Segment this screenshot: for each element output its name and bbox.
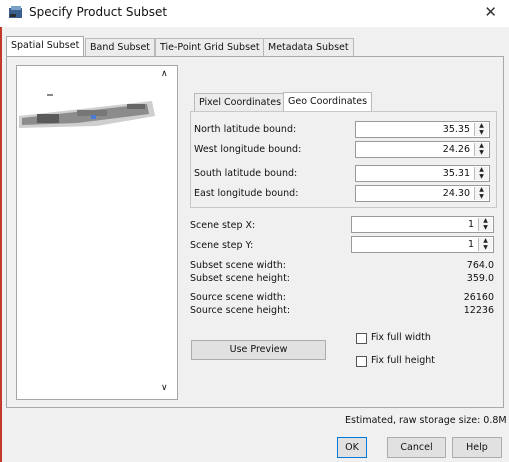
spinner-icon[interactable]: ▲ ▼ — [474, 142, 488, 156]
window-title: Specify Product Subset — [29, 5, 168, 19]
scroll-up-icon[interactable]: ∧ — [161, 69, 168, 79]
tab-tie-point-grid-subset[interactable]: Tie-Point Grid Subset — [155, 38, 265, 57]
window-edge — [0, 27, 2, 462]
fix-full-height-checkbox[interactable] — [356, 356, 367, 367]
spinner-icon[interactable]: ▲ ▼ — [478, 237, 492, 251]
fix-full-width-checkbox[interactable] — [356, 333, 367, 344]
west-bound-label: West longitude bound: — [194, 144, 302, 155]
source-width-label: Source scene width: — [190, 292, 286, 303]
subset-height-value: 359.0 — [466, 273, 494, 284]
scroll-down-icon[interactable]: ∨ — [161, 383, 168, 393]
scene-step-y-label: Scene step Y: — [190, 240, 254, 251]
storage-estimate: Estimated, raw storage size: 0.8M — [345, 415, 507, 426]
subset-width-label: Subset scene width: — [190, 260, 286, 271]
scene-step-x-field[interactable]: 1 ▲ ▼ — [351, 216, 494, 233]
spinner-icon[interactable]: ▲ ▼ — [474, 186, 488, 200]
north-bound-value: 35.35 — [442, 124, 470, 135]
east-bound-label: East longitude bound: — [194, 188, 299, 199]
use-preview-button[interactable]: Use Preview — [191, 340, 326, 360]
west-bound-field[interactable]: 24.26 ▲ ▼ — [355, 141, 490, 158]
source-width-value: 26160 — [463, 292, 494, 303]
spinner-icon[interactable]: ▲ ▼ — [474, 166, 488, 180]
tab-band-subset[interactable]: Band Subset — [85, 38, 156, 57]
south-bound-label: South latitude bound: — [194, 168, 298, 179]
scene-step-y-field[interactable]: 1 ▲ ▼ — [351, 236, 494, 253]
close-icon[interactable]: ✕ — [484, 3, 497, 21]
scene-step-x-label: Scene step X: — [190, 220, 256, 231]
source-height-label: Source scene height: — [190, 305, 291, 316]
image-preview[interactable] — [16, 65, 178, 400]
source-height-value: 12236 — [463, 305, 494, 316]
subset-width-value: 764.0 — [466, 260, 494, 271]
south-bound-field[interactable]: 35.31 ▲ ▼ — [355, 165, 490, 182]
spinner-icon[interactable]: ▲ ▼ — [478, 217, 492, 231]
subset-height-label: Subset scene height: — [190, 273, 291, 284]
east-bound-value: 24.30 — [442, 188, 470, 199]
east-bound-field[interactable]: 24.30 ▲ ▼ — [355, 185, 490, 202]
south-bound-value: 35.31 — [442, 168, 470, 179]
scene-step-x-value: 1 — [467, 219, 474, 230]
west-bound-value: 24.26 — [442, 144, 470, 155]
help-button[interactable]: Help — [452, 437, 502, 458]
north-bound-field[interactable]: 35.35 ▲ ▼ — [355, 121, 490, 138]
tab-pixel-coordinates[interactable]: Pixel Coordinates — [194, 93, 287, 112]
fix-full-width-label: Fix full width — [371, 332, 431, 343]
ok-button[interactable]: OK — [337, 437, 367, 458]
tab-geo-coordinates[interactable]: Geo Coordinates — [283, 92, 373, 112]
cancel-button[interactable]: Cancel — [387, 437, 446, 458]
preview-thumbnail — [19, 94, 155, 128]
app-icon — [9, 6, 22, 18]
tab-spatial-subset[interactable]: Spatial Subset — [6, 36, 85, 57]
spinner-icon[interactable]: ▲ ▼ — [474, 122, 488, 136]
tab-metadata-subset[interactable]: Metadata Subset — [263, 38, 354, 57]
north-bound-label: North latitude bound: — [194, 124, 297, 135]
scene-step-y-value: 1 — [467, 239, 474, 250]
fix-full-height-label: Fix full height — [371, 355, 435, 366]
